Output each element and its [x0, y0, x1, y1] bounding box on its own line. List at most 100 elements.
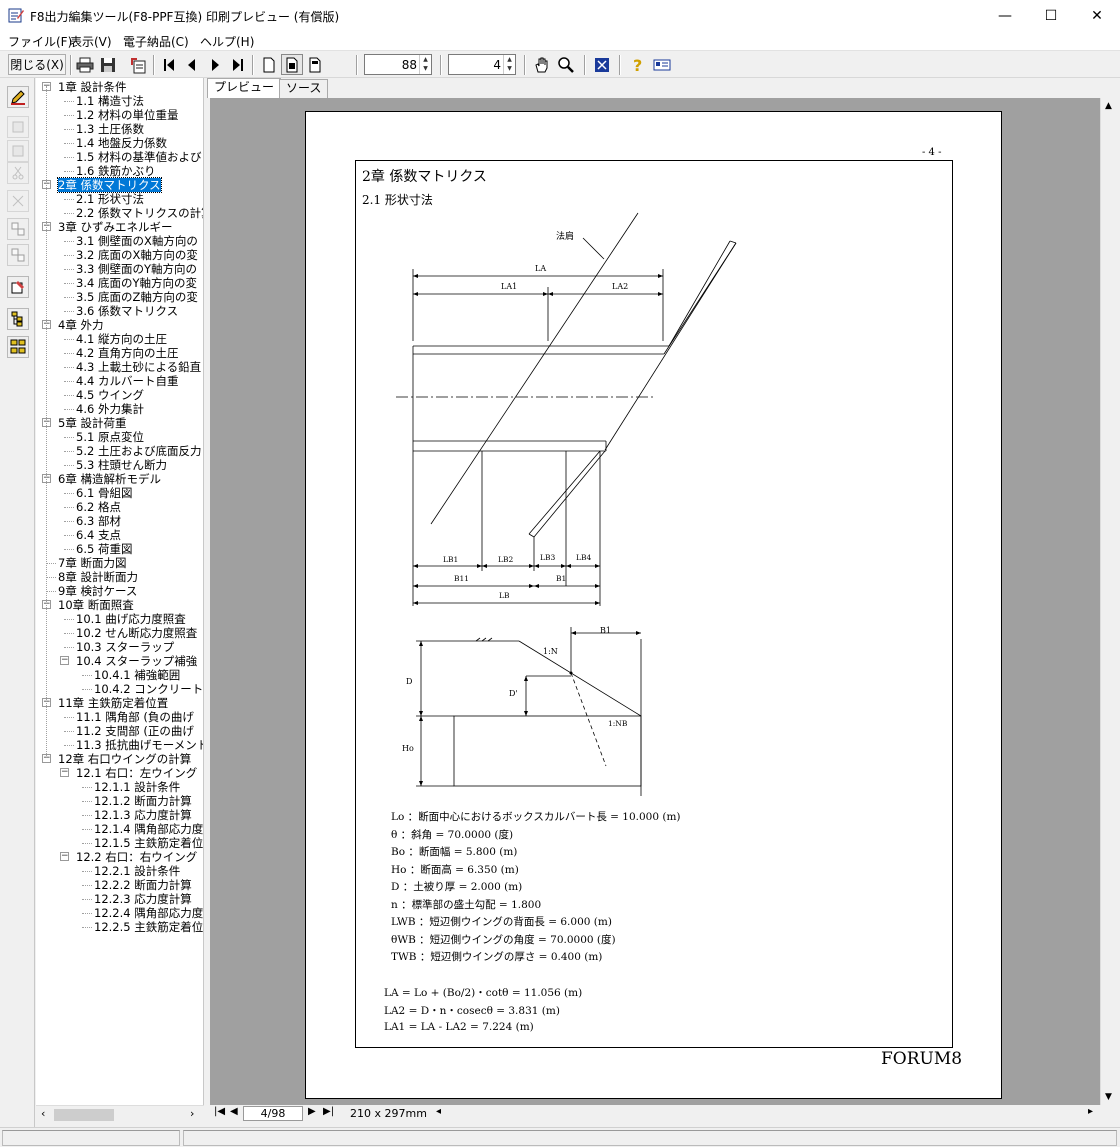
- preview-vertical-scrollbar[interactable]: ▲ ▼: [1100, 98, 1118, 1105]
- tree-expand-icon[interactable]: [7, 308, 29, 330]
- tree-node[interactable]: 10.4.2 コンクリート: [94, 682, 203, 696]
- tree-node[interactable]: 12.2.4 隅角部応力度: [94, 906, 203, 920]
- tree-node[interactable]: 1.4 地盤反力係数: [76, 136, 167, 150]
- tree-node[interactable]: 5.2 土圧および底面反力: [76, 444, 201, 458]
- hscroll-right-icon[interactable]: ▸: [1088, 1106, 1093, 1117]
- edit-pencil-icon[interactable]: [7, 86, 29, 108]
- tree-node[interactable]: 2.2 係数マトリクスの計算: [76, 206, 203, 220]
- scroll-right-icon[interactable]: ›: [190, 1107, 194, 1120]
- scroll-thumb[interactable]: [54, 1109, 114, 1121]
- tree-collapse-toggle[interactable]: −: [60, 656, 69, 665]
- tree-node[interactable]: 12章 右口ウイングの計算: [58, 752, 191, 766]
- split-icon[interactable]: [7, 190, 29, 212]
- nav-next-icon[interactable]: ▶: [308, 1106, 316, 1117]
- tree-node[interactable]: 1章 設計条件: [58, 80, 126, 94]
- tree-node[interactable]: 3.5 底面のZ軸方向の変: [76, 290, 198, 304]
- tree-node[interactable]: 10.2 せん断応力度照査: [76, 626, 197, 640]
- tree-node[interactable]: 11.3 抵抗曲げモーメント: [76, 738, 203, 752]
- tree-node[interactable]: 3.2 底面のX軸方向の変: [76, 248, 198, 262]
- fit-screen-icon[interactable]: [591, 54, 613, 75]
- tree-node[interactable]: 10.3 スターラップ: [76, 640, 174, 654]
- tree-node[interactable]: 10章 断面照査: [58, 598, 134, 612]
- tree-node[interactable]: 6.1 骨組図: [76, 486, 132, 500]
- zoom-spinner[interactable]: 88 ▲ ▼: [364, 54, 432, 75]
- tree-node[interactable]: 4.2 直角方向の土圧: [76, 346, 178, 360]
- nav-first-icon[interactable]: |◀: [214, 1106, 225, 1117]
- tree-node[interactable]: 1.3 土圧係数: [76, 122, 144, 136]
- last-page-icon[interactable]: [227, 54, 249, 75]
- tree-node[interactable]: 12.2.3 応力度計算: [94, 892, 192, 906]
- page-spinner[interactable]: 4 ▲ ▼: [448, 54, 516, 75]
- scroll-left-icon[interactable]: ‹: [41, 1107, 45, 1120]
- tree-node[interactable]: 4.6 外力集計: [76, 402, 144, 416]
- spin-arrows-icon[interactable]: ▲ ▼: [503, 55, 515, 74]
- tree-node[interactable]: 11.2 支間部 (正の曲げ: [76, 724, 194, 738]
- minimize-button[interactable]: —: [982, 0, 1028, 31]
- cut-icon[interactable]: [7, 162, 29, 184]
- tree-node[interactable]: 4章 外力: [58, 318, 103, 332]
- tree-node[interactable]: 7章 断面力図: [58, 556, 126, 570]
- tree-node[interactable]: 11章 主鉄筋定着位置: [58, 696, 168, 710]
- tree-node[interactable]: 9章 検討ケース: [58, 584, 137, 598]
- tree-collapse-toggle[interactable]: −: [60, 768, 69, 777]
- tree-node[interactable]: 5.3 柱頭せん断力: [76, 458, 167, 472]
- settings-tool-icon[interactable]: [7, 276, 29, 298]
- group-icon[interactable]: [7, 218, 29, 240]
- tree-node[interactable]: 12.2.2 断面力計算: [94, 878, 192, 892]
- magnifier-icon[interactable]: [555, 54, 577, 75]
- next-page-icon[interactable]: [204, 54, 226, 75]
- close-preview-button[interactable]: 閉じる(X): [8, 54, 66, 75]
- tree-node[interactable]: 12.1.4 隅角部応力度: [94, 822, 203, 836]
- menu-help[interactable]: ヘルプ(H): [200, 33, 254, 50]
- tree-node[interactable]: 4.1 縦方向の土圧: [76, 332, 167, 346]
- menu-file[interactable]: ファイル(F): [8, 33, 72, 50]
- export-icon[interactable]: [127, 54, 149, 75]
- tree-node[interactable]: 11.1 隅角部 (負の曲げ: [76, 710, 194, 724]
- hand-icon[interactable]: [531, 54, 553, 75]
- tree-node[interactable]: 5.1 原点変位: [76, 430, 144, 444]
- move-down-icon[interactable]: [7, 140, 29, 162]
- tree-node[interactable]: 1.5 材料の基準値および: [76, 150, 201, 164]
- tab-preview[interactable]: プレビュー: [207, 78, 282, 98]
- tree-node[interactable]: 1.6 鉄筋かぶり: [76, 164, 155, 178]
- page-indicator[interactable]: 4/98: [243, 1106, 303, 1121]
- fit-width-icon[interactable]: [304, 54, 326, 75]
- single-page-icon[interactable]: [258, 54, 280, 75]
- tree-node[interactable]: 5章 設計荷重: [58, 416, 126, 430]
- spin-arrows-icon[interactable]: ▲ ▼: [419, 55, 431, 74]
- tree-collapse-toggle[interactable]: −: [60, 852, 69, 861]
- close-window-button[interactable]: ✕: [1074, 0, 1120, 31]
- tree-node[interactable]: 10.4 スターラップ補強: [76, 654, 197, 668]
- scroll-up-icon[interactable]: ▲: [1105, 101, 1112, 111]
- tree-node[interactable]: 10.4.1 補強範囲: [94, 668, 180, 682]
- tree-node[interactable]: 12.2 右口：右ウイング: [76, 850, 197, 864]
- prev-page-icon[interactable]: [181, 54, 203, 75]
- tree-node[interactable]: 2.1 形状寸法: [76, 192, 144, 206]
- tree-node[interactable]: 3章 ひずみエネルギー: [58, 220, 172, 234]
- fit-page-icon[interactable]: [281, 54, 303, 75]
- tree-collapse-icon[interactable]: [7, 336, 29, 358]
- tab-source[interactable]: ソース: [279, 79, 329, 98]
- tree-node[interactable]: 3.4 底面のY軸方向の変: [76, 276, 197, 290]
- help-icon[interactable]: ?: [627, 54, 649, 75]
- tree-node[interactable]: 4.3 上載土砂による鉛直: [76, 360, 201, 374]
- tree-node[interactable]: 6.4 支点: [76, 528, 121, 542]
- tree-node[interactable]: 12.1.5 主鉄筋定着位: [94, 836, 203, 850]
- nav-prev-icon[interactable]: ◀: [230, 1106, 238, 1117]
- tree-node[interactable]: 12.1 右口：左ウイング: [76, 766, 197, 780]
- print-icon[interactable]: [74, 54, 96, 75]
- tree-node[interactable]: 6.5 荷重図: [76, 542, 132, 556]
- about-icon[interactable]: [651, 54, 673, 75]
- first-page-icon[interactable]: [158, 54, 180, 75]
- tree-node[interactable]: 12.1.1 設計条件: [94, 780, 180, 794]
- nav-last-icon[interactable]: ▶|: [323, 1106, 334, 1117]
- move-up-icon[interactable]: [7, 116, 29, 138]
- menu-view[interactable]: 表示(V): [70, 33, 112, 50]
- tree-node[interactable]: 1.2 材料の単位重量: [76, 108, 178, 122]
- ungroup-icon[interactable]: [7, 244, 29, 266]
- tree-node[interactable]: 10.1 曲げ応力度照査: [76, 612, 186, 626]
- tree-node[interactable]: 12.2.5 主鉄筋定着位: [94, 920, 203, 934]
- tree-node[interactable]: 12.2.1 設計条件: [94, 864, 180, 878]
- scroll-down-icon[interactable]: ▼: [1105, 1092, 1112, 1102]
- tree-node[interactable]: 12.1.3 応力度計算: [94, 808, 192, 822]
